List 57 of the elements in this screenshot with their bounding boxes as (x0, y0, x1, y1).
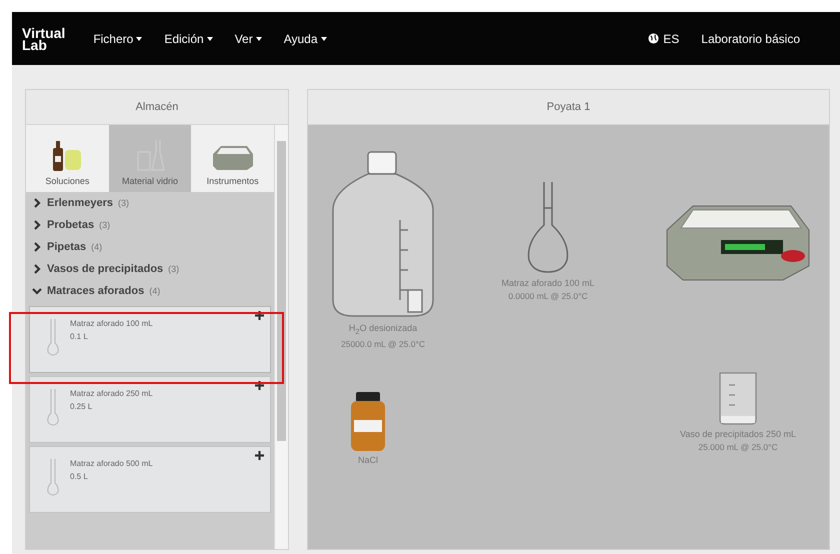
item-card[interactable]: Matraz aforado 500 mL 0.5 L (29, 446, 271, 513)
object-name: Matraz aforado 100 mL (501, 278, 595, 288)
item-card[interactable]: Matraz aforado 100 mL 0.1 L (29, 306, 271, 373)
item-count: (4) (149, 286, 160, 296)
item-count: (3) (118, 198, 130, 208)
chevron-right-icon (32, 198, 42, 208)
scrollbar[interactable] (274, 125, 288, 549)
menu-item[interactable]: Edición (164, 32, 213, 46)
category-name: Pipetas (47, 241, 86, 253)
object-name: NaCl (358, 455, 378, 465)
plus-icon[interactable] (255, 311, 264, 320)
category-name: Vasos de precipitados (47, 263, 164, 275)
category-row[interactable]: Pipetas (4) (26, 236, 274, 258)
item-name: Matraz aforado 100 mL (70, 319, 153, 328)
menu-item[interactable]: Ayuda (284, 32, 327, 46)
category-row[interactable]: Erlenmeyers (3) (26, 192, 274, 214)
category-tab[interactable]: Instrumentos (191, 125, 274, 192)
language-selector[interactable]: ES (648, 32, 680, 46)
app-logo[interactable]: Virtual Lab (22, 26, 66, 50)
globe-icon (648, 33, 660, 44)
category-row[interactable]: Matraces aforados (4) (26, 280, 274, 302)
plus-icon[interactable] (255, 381, 264, 390)
item-volume: 0.1 L (70, 332, 89, 341)
item-card[interactable]: Matraz aforado 250 mL 0.25 L (29, 376, 271, 443)
item-name: Matraz aforado 500 mL (70, 459, 153, 468)
flask-icon (46, 387, 60, 427)
lab-menu-link[interactable]: Laboratorio básico (701, 32, 800, 46)
object-reading: 0.0000 mL @ 25.0°C (508, 291, 588, 301)
category-row[interactable]: Probetas (3) (26, 214, 274, 236)
category-name: Probetas (47, 219, 94, 231)
item-count: (3) (168, 264, 180, 274)
object-reading: 25.000 mL @ 25.0°C (698, 442, 778, 452)
category-tab[interactable]: Material vidrio (108, 125, 192, 192)
flask-icon (46, 457, 60, 497)
panel-title: Almacén (26, 90, 288, 125)
item-count: (4) (91, 242, 102, 252)
plus-icon[interactable] (255, 451, 264, 460)
menu-item[interactable]: Fichero (93, 32, 142, 46)
object-name: H$_{2}$O desionizada (348, 323, 418, 336)
item-volume: 0.5 L (70, 472, 89, 481)
item-count: (3) (99, 220, 110, 230)
beaker-icon (717, 370, 759, 426)
chevron-down-icon (32, 286, 42, 296)
chevron-right-icon (32, 264, 42, 274)
object-name: Vaso de precipitados 250 mL (680, 429, 796, 439)
menu-item[interactable]: Ver (234, 32, 262, 46)
object-reading: 25000.0 mL @ 25.0°C (340, 338, 425, 349)
chevron-right-icon (32, 242, 42, 252)
flask-icon (46, 317, 60, 357)
chevron-right-icon (32, 220, 42, 230)
item-name: Matraz aforado 250 mL (70, 389, 153, 398)
category-tab[interactable]: Soluciones (26, 125, 109, 192)
category-name: Matraces aforados (47, 285, 144, 297)
category-row[interactable]: Vasos de precipitados (3) (26, 258, 274, 280)
item-volume: 0.25 L (70, 402, 94, 411)
category-name: Erlenmeyers (47, 197, 114, 209)
reagent-bottle-icon (348, 390, 388, 452)
